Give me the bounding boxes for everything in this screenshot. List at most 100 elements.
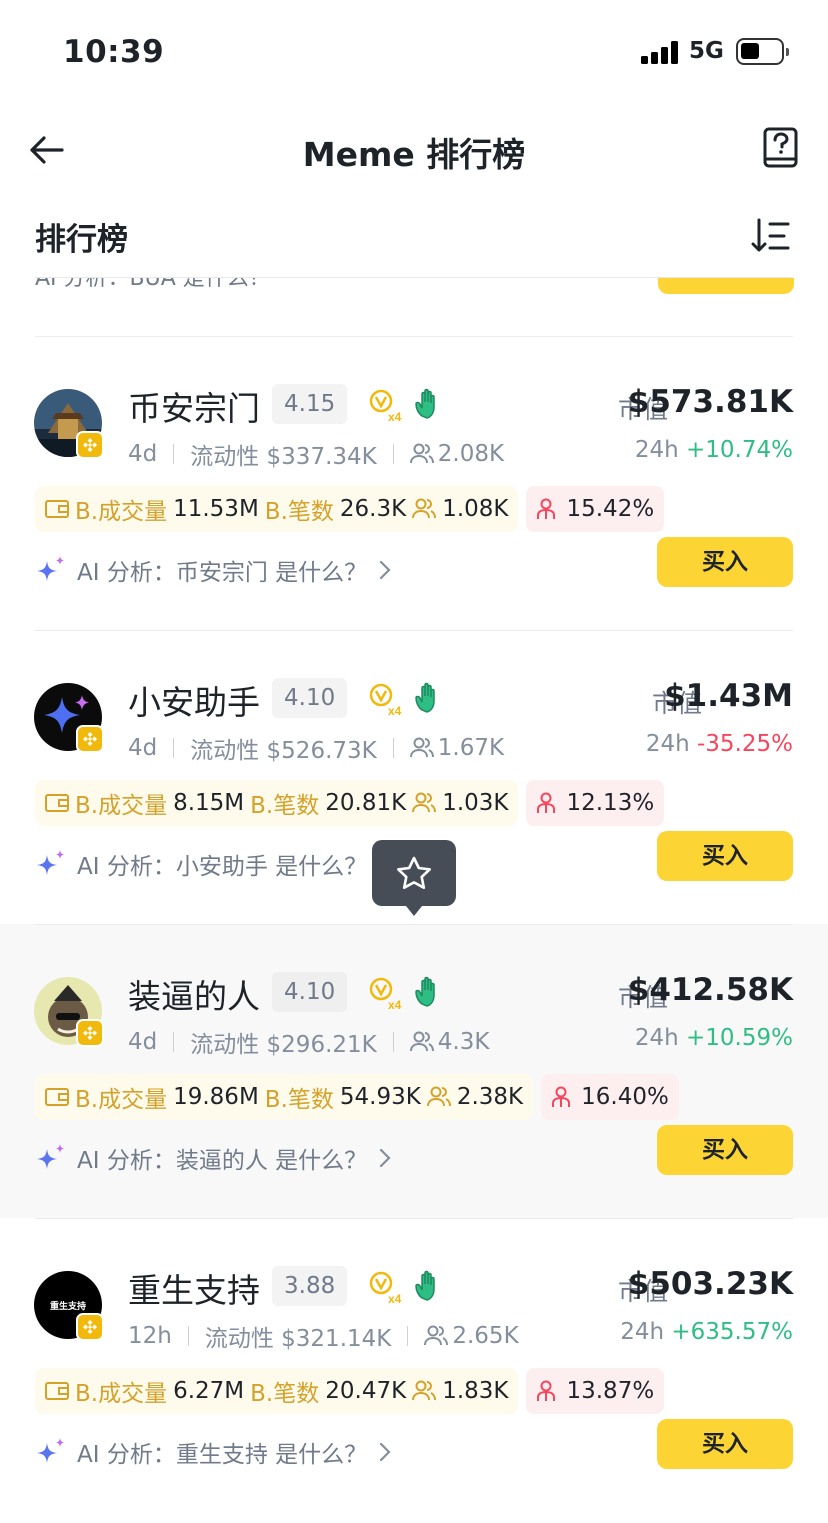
- buy-button[interactable]: 买入: [657, 1419, 793, 1469]
- ai-analysis-link[interactable]: AI 分析：重生支持 是什么？: [35, 1435, 393, 1469]
- token-name: 装逼的人: [128, 977, 260, 1016]
- change-label: 24h: [634, 437, 679, 463]
- b-trades-value: 20.81K: [325, 790, 407, 816]
- holders-count: 4.3K: [437, 1029, 490, 1055]
- svg-text:x4: x4: [388, 998, 402, 1010]
- b-users-value: 1.83K: [442, 1378, 509, 1404]
- person-icon: [537, 1380, 556, 1401]
- holders-count: 2.08K: [437, 441, 505, 467]
- person-icon: [537, 792, 556, 813]
- holders-count: 2.65K: [452, 1323, 519, 1349]
- favorite-popup[interactable]: [372, 840, 456, 916]
- binance-stats-tag: B.成交量 19.86M B.笔数 54.93K 2.38K: [35, 1074, 534, 1120]
- peek-ai-link[interactable]: AI 分析：BUA 是什么？: [35, 278, 271, 292]
- change-24h: 24h +10.74%: [635, 437, 793, 463]
- top-holders-value: 13.87%: [566, 1378, 655, 1404]
- buy-button[interactable]: 买入: [657, 537, 793, 587]
- token-row[interactable]: 重生支持 重生支持 3.88 x4 市值 $503.23K 12h 流动性 $3…: [0, 1218, 828, 1512]
- row-divider: [35, 336, 793, 337]
- token-stats: B.成交量 6.27M B.笔数 20.47K 1.83K 13.87%: [35, 1368, 665, 1414]
- star-icon[interactable]: [395, 855, 433, 891]
- change-label: 24h: [620, 1319, 665, 1345]
- token-meta: 12h 流动性 $321.14K 2.65K: [128, 1319, 519, 1353]
- hand-wave-icon: [415, 682, 435, 713]
- ai-analysis-text: AI 分析：币安宗门 是什么？: [77, 560, 368, 586]
- token-liquidity: 流动性 $526.73K: [190, 738, 377, 764]
- b-volume-label: B.成交量: [75, 499, 168, 525]
- help-book-icon[interactable]: [762, 126, 800, 170]
- person-icon: [537, 498, 556, 519]
- ai-sparkle-icon: [37, 556, 64, 581]
- hand-wave-icon: [415, 976, 435, 1007]
- page-title: Meme 排行榜: [302, 135, 526, 174]
- b-volume-value: 19.86M: [173, 1084, 259, 1110]
- token-name: 小安助手: [128, 683, 260, 722]
- token-age: 4d: [128, 1029, 158, 1055]
- change-value: -35.25%: [697, 731, 793, 757]
- avatar-text: 重生支持: [49, 1301, 86, 1312]
- token-liquidity: 流动性 $321.14K: [204, 1326, 392, 1352]
- section-title: 排行榜: [35, 222, 128, 258]
- change-label: 24h: [634, 1025, 679, 1051]
- market-cap-value: $412.58K: [627, 972, 793, 1008]
- bnb-chain-icon: [76, 1019, 104, 1047]
- change-value: +635.57%: [671, 1319, 793, 1345]
- token-row-selected[interactable]: 装逼的人 4.10 x4 市值 $412.58K 4d 流动性 $296.21K…: [0, 924, 828, 1218]
- token-meta: 4d 流动性 $526.73K 1.67K: [128, 731, 504, 765]
- b-users-value: 2.38K: [456, 1084, 524, 1110]
- top-holders-value: 12.13%: [566, 790, 655, 816]
- binance-stats-tag: B.成交量 11.53M B.笔数 26.3K 1.08K: [35, 486, 519, 532]
- token-liquidity: 流动性 $337.34K: [190, 444, 377, 470]
- binance-stats-tag: B.成交量 6.27M B.笔数 20.47K 1.83K: [35, 1368, 519, 1414]
- chevron-right-icon: [380, 560, 391, 580]
- ai-sparkle-icon: [37, 1438, 64, 1463]
- svg-text:x4: x4: [388, 704, 402, 716]
- wallet-icon: [45, 794, 69, 812]
- users-icon: [412, 792, 437, 813]
- users-icon: [412, 498, 437, 519]
- sort-icon[interactable]: [750, 216, 792, 256]
- ai-analysis-link[interactable]: AI 分析：币安宗门 是什么？: [35, 553, 393, 587]
- market-cap-value: $573.81K: [627, 384, 793, 420]
- buy-button[interactable]: 买入: [657, 1125, 793, 1175]
- ai-analysis-text: AI 分析：小安助手 是什么？: [77, 854, 368, 880]
- token-stats: B.成交量 11.53M B.笔数 26.3K 1.08K 15.42%: [35, 486, 665, 532]
- b-volume-value: 6.27M: [173, 1378, 245, 1404]
- b-volume-value: 11.53M: [173, 496, 259, 522]
- row-divider: [35, 1218, 793, 1219]
- b-trades-value: 54.93K: [339, 1084, 421, 1110]
- token-row[interactable]: 币安宗门 4.15 x4 市值 $573.81K 4d 流动性 $337.34K…: [0, 336, 828, 630]
- ai-analysis-link[interactable]: AI 分析：小安助手 是什么？: [35, 847, 393, 881]
- top-holders-tag: 13.87%: [526, 1368, 665, 1414]
- buy-button[interactable]: 买入: [657, 831, 793, 881]
- users-icon: [412, 1380, 437, 1401]
- holders-icon: [424, 1325, 449, 1346]
- market-cap-value: $503.23K: [627, 1266, 793, 1302]
- verified-x4-icon: x4: [369, 389, 402, 422]
- top-holders-tag: 15.42%: [526, 486, 665, 532]
- change-24h: 24h +635.57%: [620, 1319, 793, 1345]
- binance-stats-tag: B.成交量 8.15M B.笔数 20.81K 1.03K: [35, 780, 519, 826]
- peek-buy-button[interactable]: [658, 278, 794, 294]
- ai-analysis-link[interactable]: AI 分析：装逼的人 是什么？: [35, 1141, 393, 1175]
- change-value: +10.59%: [686, 1025, 793, 1051]
- person-icon: [552, 1086, 571, 1107]
- verified-x4-icon: x4: [369, 977, 402, 1010]
- token-liquidity: 流动性 $296.21K: [190, 1032, 377, 1058]
- b-users-value: 1.03K: [442, 790, 509, 816]
- token-name: 币安宗门: [128, 389, 260, 428]
- b-trades-value: 20.47K: [325, 1378, 407, 1404]
- holders-icon: [409, 1031, 434, 1052]
- bnb-chain-icon: [76, 1313, 104, 1341]
- signal-icon: [641, 40, 681, 64]
- b-trades-label: B.笔数: [250, 1381, 320, 1407]
- token-stats: B.成交量 19.86M B.笔数 54.93K 2.38K 16.40%: [35, 1074, 679, 1120]
- wallet-icon: [45, 1382, 69, 1400]
- token-age: 4d: [128, 735, 158, 761]
- chevron-right-icon: [380, 1442, 391, 1462]
- b-trades-label: B.笔数: [264, 499, 334, 525]
- token-score: 4.10: [272, 678, 348, 718]
- hand-wave-icon: [415, 388, 435, 419]
- wallet-icon: [45, 1088, 69, 1106]
- status-time: 10:39: [63, 34, 165, 70]
